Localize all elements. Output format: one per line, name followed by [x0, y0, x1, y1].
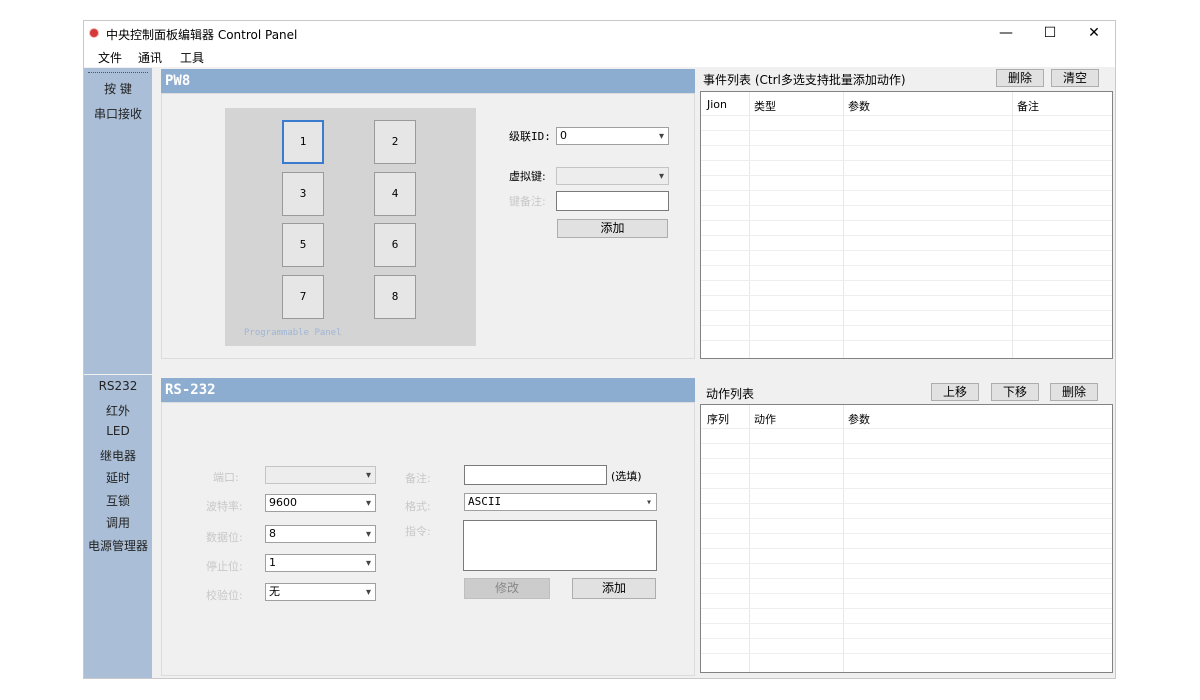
format-select[interactable]: ASCII ▾	[464, 493, 657, 511]
key-2[interactable]: 2	[374, 120, 416, 164]
title-bar: 中央控制面板编辑器 Control Panel — ☐ ✕	[84, 21, 1115, 45]
data-bits-select[interactable]: 8 ▾	[265, 525, 376, 543]
format-value: ASCII	[468, 495, 502, 508]
key-1[interactable]: 1	[282, 120, 324, 164]
chevron-down-icon: ▾	[365, 558, 371, 569]
rs232-panel-title: RS-232	[161, 378, 695, 402]
action-list-title: 动作列表	[706, 387, 755, 401]
sidebar-divider	[88, 72, 148, 73]
event-col-type: 类型	[754, 100, 776, 113]
cascade-id-value: 0	[560, 129, 567, 142]
chevron-down-icon: ▾	[365, 498, 371, 509]
action-col-sequence: 序列	[707, 413, 729, 426]
chevron-down-icon: ▾	[365, 529, 371, 540]
key-note-input[interactable]	[556, 191, 669, 211]
event-list-title: 事件列表 (Ctrl多选支持批量添加动作)	[703, 73, 906, 87]
virtual-key-label: 虚拟键:	[509, 170, 546, 183]
cascade-id-select[interactable]: 0 ▾	[556, 127, 669, 145]
key-6[interactable]: 6	[374, 223, 416, 267]
key-8[interactable]: 8	[374, 275, 416, 319]
format-label: 格式:	[405, 500, 431, 513]
chevron-down-icon: ▾	[658, 131, 664, 142]
stop-bits-value: 1	[269, 556, 276, 569]
sidebar-item-interlock[interactable]: 互锁	[84, 492, 152, 509]
sidebar-bottom: RS232 红外 LED 继电器 延时 互锁 调用 电源管理器	[84, 375, 152, 678]
event-delete-button[interactable]: 删除	[996, 69, 1044, 87]
data-bits-value: 8	[269, 527, 276, 540]
main-window: 中央控制面板编辑器 Control Panel — ☐ ✕ 文件 通讯 工具 按…	[83, 20, 1116, 679]
sidebar-item-keys[interactable]: 按 键	[84, 80, 152, 97]
stop-bits-select[interactable]: 1 ▾	[265, 554, 376, 572]
sidebar-item-infrared[interactable]: 红外	[84, 402, 152, 419]
action-col-params: 参数	[848, 413, 870, 426]
move-down-button[interactable]: 下移	[991, 383, 1039, 401]
baud-rate-value: 9600	[269, 496, 297, 509]
chevron-down-icon: ▾	[645, 497, 652, 508]
chevron-down-icon: ▾	[658, 171, 664, 182]
virtual-key-select[interactable]: ▾	[556, 167, 669, 185]
event-col-jion: Jion	[707, 98, 728, 111]
maximize-button[interactable]: ☐	[1028, 21, 1072, 45]
keypad-area: 1 2 3 4 5 6 7 8 Programmable Panel	[225, 108, 476, 346]
event-col-note: 备注	[1017, 100, 1039, 113]
note-label: 备注:	[405, 472, 431, 485]
rs232-panel: 端口: ▾ 波特率: 9600 ▾ 数据位: 8 ▾ 停止位: 1 ▾ 校验位:…	[161, 402, 695, 676]
key-3[interactable]: 3	[282, 172, 324, 216]
baud-rate-label: 波特率:	[206, 500, 243, 513]
pw8-add-button[interactable]: 添加	[557, 219, 668, 238]
action-col-action: 动作	[754, 413, 776, 426]
event-list-table[interactable]: Jion 类型 参数 备注	[700, 91, 1113, 359]
optional-hint: (选填)	[611, 470, 642, 483]
sidebar-item-power-manager[interactable]: 电源管理器	[84, 537, 152, 554]
sidebar-item-relay[interactable]: 继电器	[84, 447, 152, 464]
sidebar-item-serial-receive[interactable]: 串口接收	[84, 105, 152, 122]
app-icon	[89, 28, 99, 38]
menu-bar: 文件 通讯 工具	[84, 45, 1115, 67]
cascade-id-label: 级联ID:	[509, 130, 551, 143]
key-note-label: 键备注:	[509, 195, 546, 208]
parity-value: 无	[269, 585, 280, 598]
menu-communication[interactable]: 通讯	[138, 49, 162, 66]
parity-select[interactable]: 无 ▾	[265, 583, 376, 601]
chevron-down-icon: ▾	[365, 587, 371, 598]
rs232-add-button[interactable]: 添加	[572, 578, 656, 599]
key-7[interactable]: 7	[282, 275, 324, 319]
pw8-panel: 1 2 3 4 5 6 7 8 Programmable Panel 级联ID:…	[161, 93, 695, 359]
chevron-down-icon: ▾	[365, 470, 371, 481]
parity-label: 校验位:	[206, 589, 243, 602]
sidebar-item-rs232[interactable]: RS232	[84, 379, 152, 393]
action-list-table[interactable]: 序列 动作 参数	[700, 404, 1113, 673]
event-col-params: 参数	[848, 100, 870, 113]
sidebar-item-call[interactable]: 调用	[84, 514, 152, 531]
close-button[interactable]: ✕	[1072, 21, 1116, 45]
port-label: 端口:	[213, 471, 239, 484]
pw8-panel-title: PW8	[161, 69, 695, 93]
data-bits-label: 数据位:	[206, 531, 243, 544]
baud-rate-select[interactable]: 9600 ▾	[265, 494, 376, 512]
minimize-button[interactable]: —	[984, 21, 1028, 45]
menu-tools[interactable]: 工具	[180, 49, 204, 66]
key-4[interactable]: 4	[374, 172, 416, 216]
window-title: 中央控制面板编辑器 Control Panel	[106, 28, 298, 42]
move-up-button[interactable]: 上移	[931, 383, 979, 401]
programmable-panel-label: Programmable Panel	[244, 328, 342, 338]
event-clear-button[interactable]: 清空	[1051, 69, 1099, 87]
command-label: 指令:	[405, 525, 431, 538]
menu-file[interactable]: 文件	[98, 49, 122, 66]
port-select[interactable]: ▾	[265, 466, 376, 484]
stop-bits-label: 停止位:	[206, 560, 243, 573]
note-input[interactable]	[464, 465, 607, 485]
command-textarea[interactable]	[463, 520, 657, 571]
modify-button[interactable]: 修改	[464, 578, 550, 599]
key-5[interactable]: 5	[282, 223, 324, 267]
action-delete-button[interactable]: 删除	[1050, 383, 1098, 401]
sidebar-item-led[interactable]: LED	[84, 424, 152, 438]
sidebar-item-delay[interactable]: 延时	[84, 469, 152, 486]
sidebar-top: 按 键 串口接收	[84, 68, 152, 374]
